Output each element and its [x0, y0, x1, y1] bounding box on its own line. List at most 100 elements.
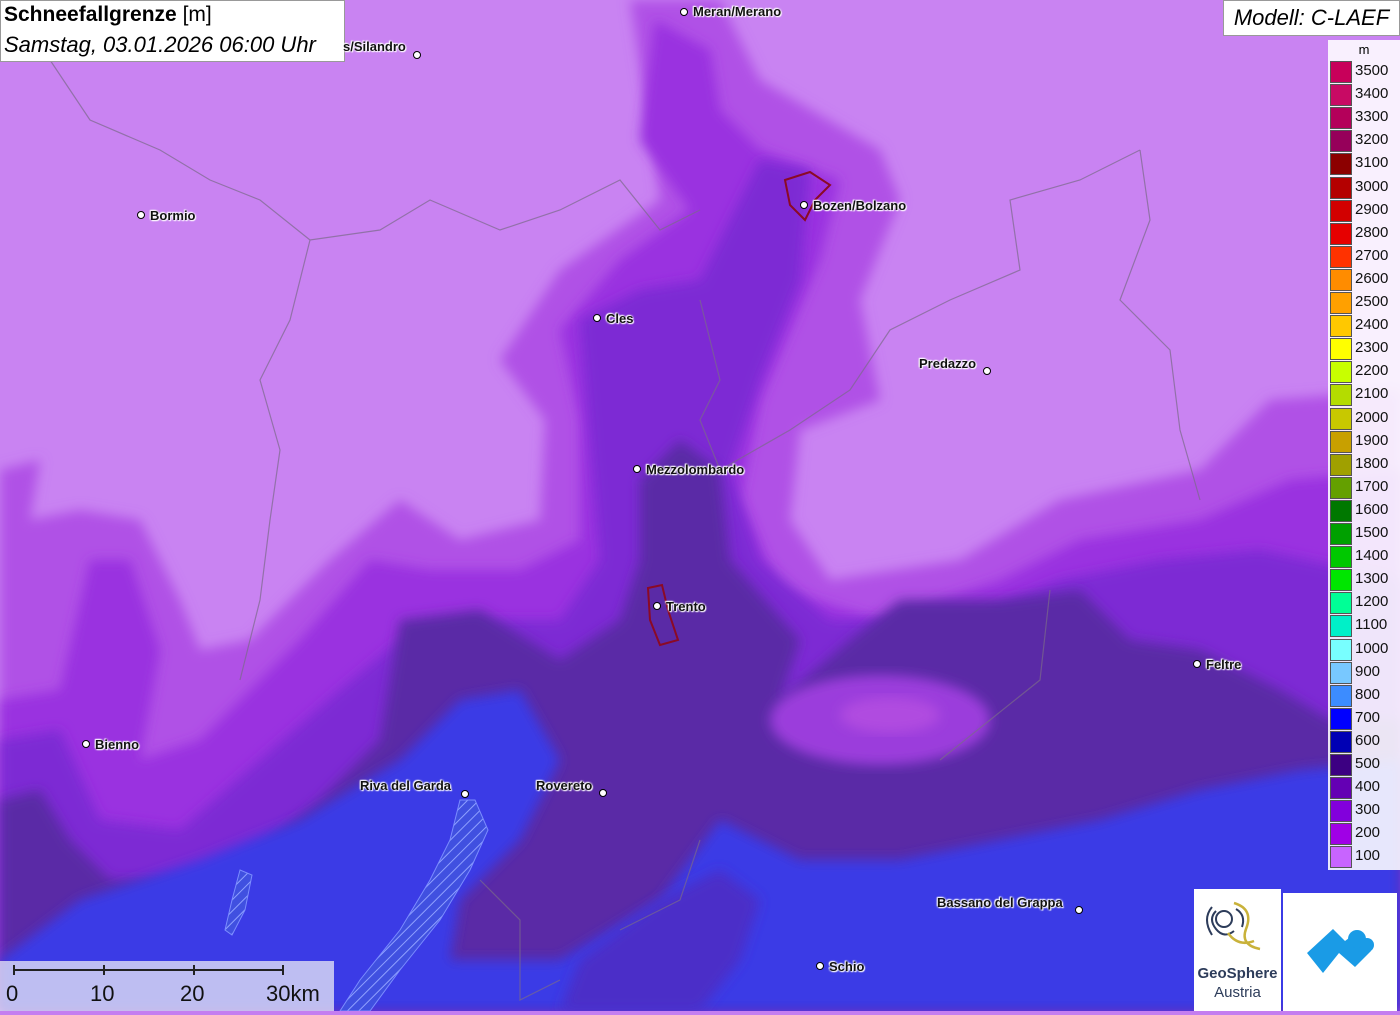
legend-row-2600: 2600 [1330, 268, 1400, 291]
legend-swatch [1330, 800, 1352, 823]
city-marker-icon [593, 314, 601, 322]
legend-swatch [1330, 661, 1352, 684]
legend-swatch [1330, 268, 1352, 291]
legend-label: 600 [1355, 731, 1381, 749]
city-marker-icon [82, 740, 90, 748]
legend-row-200: 200 [1330, 823, 1400, 846]
legend-row-3000: 3000 [1330, 176, 1400, 199]
legend-label: 100 [1355, 847, 1381, 865]
legend-row-1800: 1800 [1330, 453, 1400, 476]
city-marker-icon [800, 201, 808, 209]
legend-label: 1000 [1355, 639, 1389, 657]
legend-label: 1700 [1355, 477, 1389, 495]
legend-row-3100: 3100 [1330, 153, 1400, 176]
city-label: Predazzo [919, 356, 977, 371]
city-marker-icon [680, 8, 688, 16]
city-label: Bassano del Grappa [937, 895, 1063, 910]
legend-label: 3000 [1355, 177, 1389, 195]
legend-label: 2400 [1355, 316, 1389, 334]
legend-swatch [1330, 199, 1352, 222]
legend-label: 300 [1355, 801, 1381, 819]
legend-swatch [1330, 61, 1352, 83]
legend-label: 400 [1355, 778, 1381, 796]
legend-label: 1300 [1355, 570, 1389, 588]
scale-bar: 0 10 20 30km [0, 961, 334, 1011]
legend-row-2700: 2700 [1330, 245, 1400, 268]
legend-row-2300: 2300 [1330, 338, 1400, 361]
city-label: Bienno [95, 737, 140, 752]
legend-row-2400: 2400 [1330, 315, 1400, 338]
city-label: Mezzolombardo [646, 462, 745, 477]
legend-swatch [1330, 338, 1352, 361]
legend-swatch [1330, 292, 1352, 314]
legend-swatch [1330, 176, 1352, 199]
legend-swatch [1330, 754, 1352, 776]
geosphere-logo-sub: Austria [1214, 984, 1261, 1001]
legend-row-2200: 2200 [1330, 361, 1400, 384]
legend-label: 3100 [1355, 154, 1389, 172]
city-label: Feltre [1206, 657, 1242, 672]
city-label: Trento [666, 599, 706, 614]
model-label: Modell: C-LAEF [1223, 0, 1400, 36]
legend-row-1500: 1500 [1330, 523, 1400, 545]
legend-label: 1900 [1355, 431, 1389, 449]
legend-row-3300: 3300 [1330, 107, 1400, 130]
legend-swatch [1330, 315, 1352, 338]
legend-row-600: 600 [1330, 730, 1400, 753]
legend-row-2800: 2800 [1330, 222, 1400, 245]
scale-label-10: 10 [90, 981, 115, 1006]
city-label: Meran/Merano [693, 4, 782, 19]
legend-swatch [1330, 107, 1352, 130]
legend-swatch [1330, 130, 1352, 153]
legend-label: 2800 [1355, 223, 1389, 241]
legend-label: 2300 [1355, 339, 1389, 357]
legend-row-2000: 2000 [1330, 407, 1400, 430]
map-title-text: Schneefallgrenze [4, 3, 177, 26]
legend-swatch [1330, 499, 1352, 522]
scale-tick [282, 965, 284, 975]
scale-tick [103, 965, 105, 975]
legend-row-1900: 1900 [1330, 430, 1400, 453]
legend-swatch [1330, 823, 1352, 846]
snowfall-line-map[interactable] [0, 0, 1400, 1011]
legend-swatch [1330, 777, 1352, 800]
legend-swatch [1330, 523, 1352, 545]
legend-label: 3500 [1355, 62, 1389, 79]
legend-swatch [1330, 453, 1352, 476]
legend-swatch [1330, 222, 1352, 245]
city-marker-icon [1075, 906, 1083, 914]
city-label: Riva del Garda [360, 778, 452, 793]
legend-label: 1100 [1355, 616, 1388, 634]
legend-label: 2900 [1355, 200, 1389, 218]
legend-label: 1200 [1355, 593, 1389, 611]
legend-row-1600: 1600 [1330, 499, 1400, 522]
city-marker-icon [137, 211, 145, 219]
legend-label: 2700 [1355, 246, 1389, 264]
legend-label: 1400 [1355, 547, 1389, 565]
legend-row-2500: 2500 [1330, 292, 1400, 314]
legend-row-400: 400 [1330, 777, 1400, 800]
legend-label: 200 [1355, 824, 1381, 842]
legend-label: 3300 [1355, 108, 1389, 126]
city-label: Cles [606, 311, 634, 326]
app-logo[interactable] [1283, 893, 1397, 1011]
legend-unit: m [1358, 42, 1370, 57]
geosphere-logo-icon [1206, 901, 1261, 951]
legend-row-1400: 1400 [1330, 546, 1400, 569]
legend-label: 700 [1355, 708, 1381, 726]
legend-label: 2200 [1355, 362, 1389, 380]
scale-line [13, 969, 283, 971]
legend-label: 900 [1355, 662, 1381, 680]
legend-row-3500: 3500 [1330, 61, 1400, 83]
legend-label: 800 [1355, 685, 1381, 703]
legend-swatch [1330, 153, 1352, 176]
map-title-unit: [m] [182, 3, 212, 26]
legend-swatch [1330, 361, 1352, 384]
legend-row-700: 700 [1330, 707, 1400, 730]
scale-tick [13, 965, 15, 975]
geosphere-logo[interactable]: GeoSphere Austria [1194, 889, 1281, 1011]
zone-300m-core [840, 697, 940, 733]
legend-row-800: 800 [1330, 684, 1400, 707]
legend-row-500: 500 [1330, 754, 1400, 776]
city-label: Rovereto [536, 778, 593, 793]
